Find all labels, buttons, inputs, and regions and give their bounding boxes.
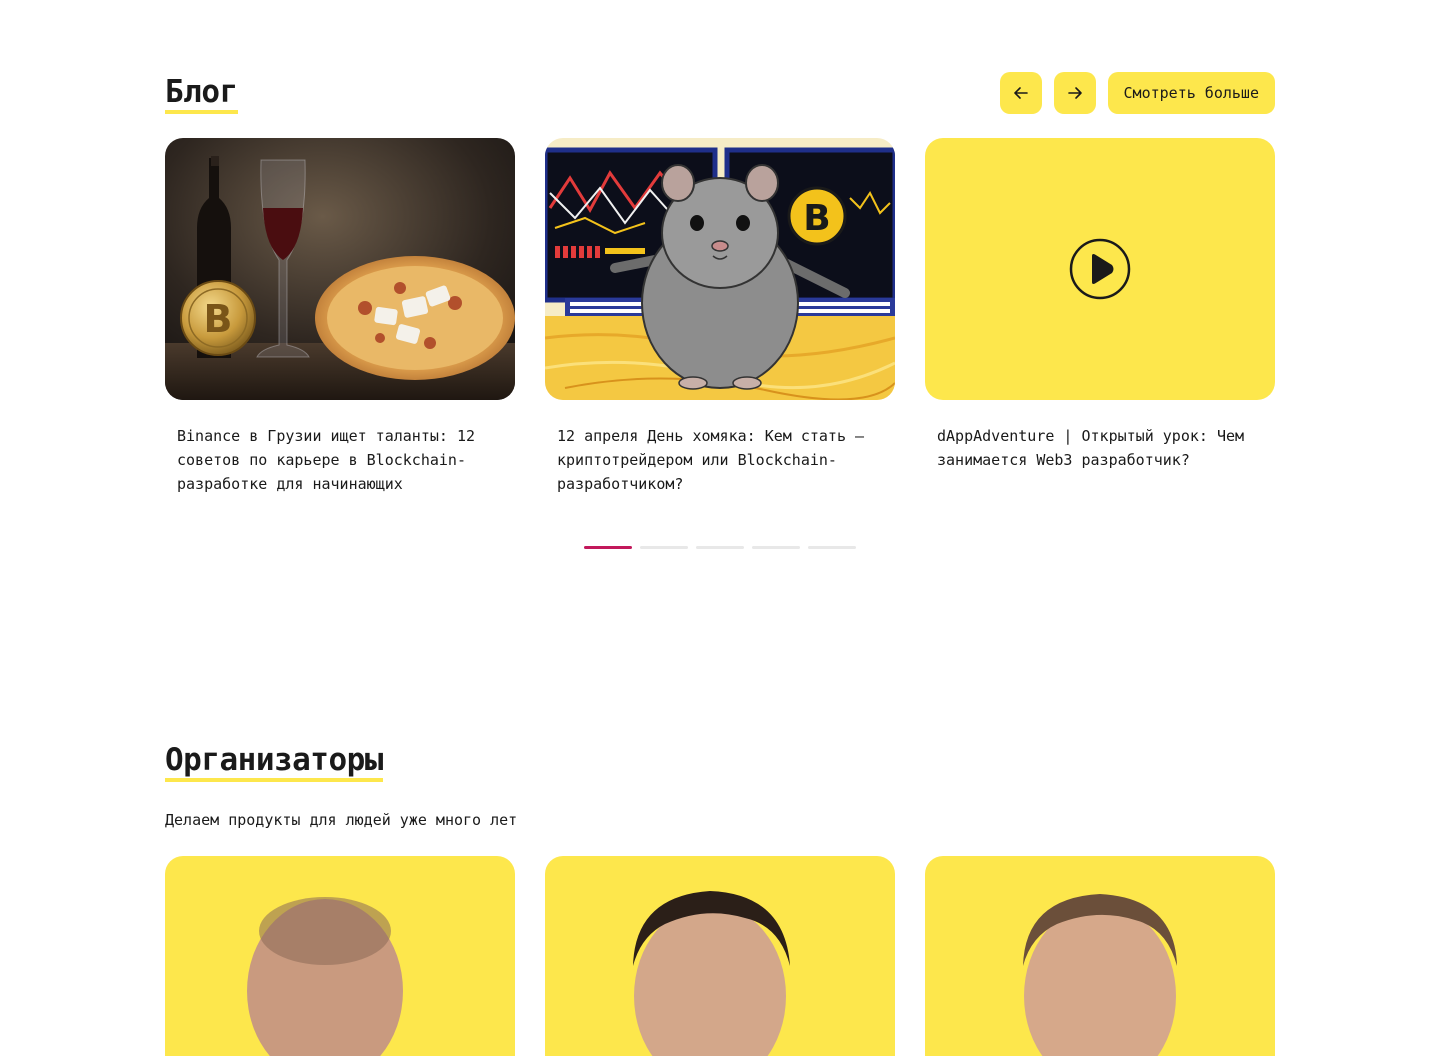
organizers-title: Организаторы: [165, 740, 383, 782]
prev-button[interactable]: [999, 72, 1042, 114]
organizer-card[interactable]: [925, 856, 1275, 1056]
organizer-photo: [633, 891, 790, 1056]
blog-card-title[interactable]: 12 апреля День хомяка: Кем стать — крипт…: [545, 400, 895, 496]
carousel-pagination: [165, 546, 1275, 549]
blog-card-title[interactable]: dAppAdventure | Открытый урок: Чем заним…: [925, 400, 1275, 472]
pagination-dot[interactable]: [640, 546, 688, 549]
pizza-bitcoin-photo[interactable]: B: [165, 138, 515, 400]
pagination-dot[interactable]: [584, 546, 632, 549]
arrow-right-icon: [1067, 87, 1082, 99]
organizers-section: Организаторы Делаем продукты для людей у…: [165, 740, 1275, 1056]
svg-text:B: B: [803, 198, 830, 239]
blog-card[interactable]: B Binance в Грузии ищет таланты: 12 сове…: [165, 138, 515, 496]
see-more-button[interactable]: Смотреть больше: [1107, 72, 1275, 114]
svg-text:B: B: [204, 297, 233, 341]
organizers-subtitle: Делаем продукты для людей уже много лет: [165, 811, 518, 829]
organizer-photo: [1023, 894, 1177, 1056]
organizers-list: [165, 856, 1275, 1056]
pagination-dot[interactable]: [696, 546, 744, 549]
hamster-trader-illustration[interactable]: B: [545, 138, 895, 400]
pagination-dot[interactable]: [752, 546, 800, 549]
next-button[interactable]: [1053, 72, 1096, 114]
blog-card[interactable]: B 12 апреля День хомяка: Кем стать — кри…: [545, 138, 895, 496]
video-thumbnail[interactable]: [925, 138, 1275, 400]
arrow-left-icon: [1013, 87, 1028, 99]
pagination-dot[interactable]: [808, 546, 856, 549]
blog-header: Блог Смотреть больше: [165, 72, 1275, 114]
blog-controls: Смотреть больше: [999, 72, 1275, 114]
blog-card[interactable]: dAppAdventure | Открытый урок: Чем заним…: [925, 138, 1275, 496]
play-icon[interactable]: [1069, 238, 1131, 300]
organizer-card[interactable]: [545, 856, 895, 1056]
blog-card-title[interactable]: Binance в Грузии ищет таланты: 12 совето…: [165, 400, 515, 496]
organizer-photo: [247, 897, 403, 1056]
blog-title: Блог: [165, 72, 238, 114]
blog-cards: B Binance в Грузии ищет таланты: 12 сове…: [165, 138, 1275, 496]
organizer-card[interactable]: [165, 856, 515, 1056]
blog-section: Блог Смотреть больше B Binance в Грузии …: [165, 72, 1275, 549]
